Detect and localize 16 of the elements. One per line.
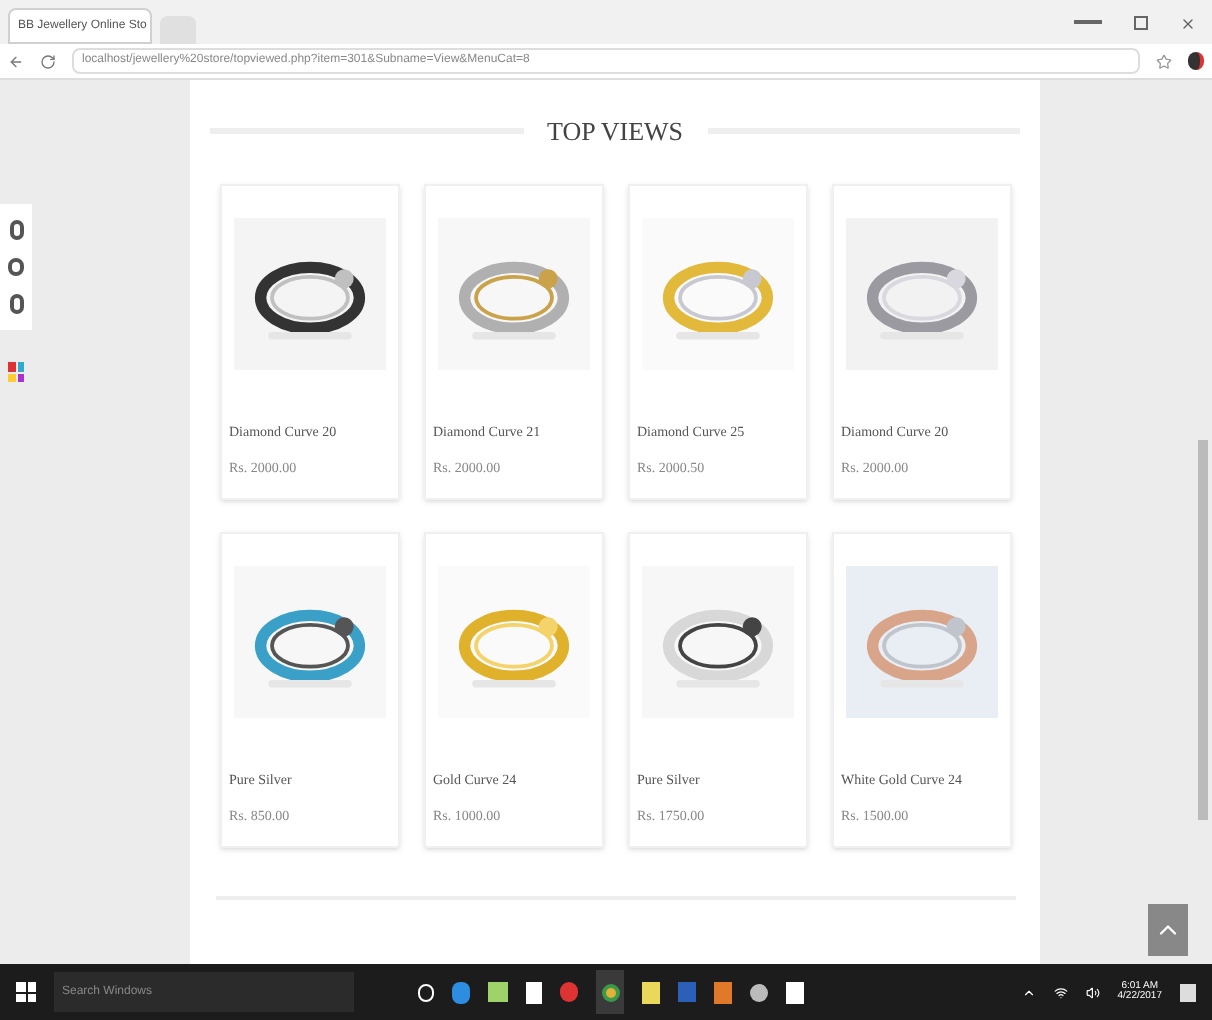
maximize-button[interactable] [1134,16,1148,30]
scrollbar-thumb[interactable] [1198,440,1208,820]
extension-icon[interactable] [1188,52,1204,70]
windows-start-icon[interactable] [16,982,36,1002]
reload-icon[interactable] [40,53,56,69]
tray-caret-icon[interactable] [1021,985,1036,999]
section-title: TOP VIEWS [547,114,684,150]
document-icon[interactable] [526,981,542,1003]
task-view-icon[interactable] [418,983,434,1001]
star-icon[interactable] [1156,53,1172,69]
colorful-grid-icon[interactable] [8,362,24,382]
app-icon[interactable] [560,982,578,1002]
back-icon[interactable] [8,53,24,69]
speaker-icon[interactable] [1085,985,1100,999]
wifi-icon[interactable] [1053,985,1068,999]
close-icon[interactable] [1180,16,1196,32]
